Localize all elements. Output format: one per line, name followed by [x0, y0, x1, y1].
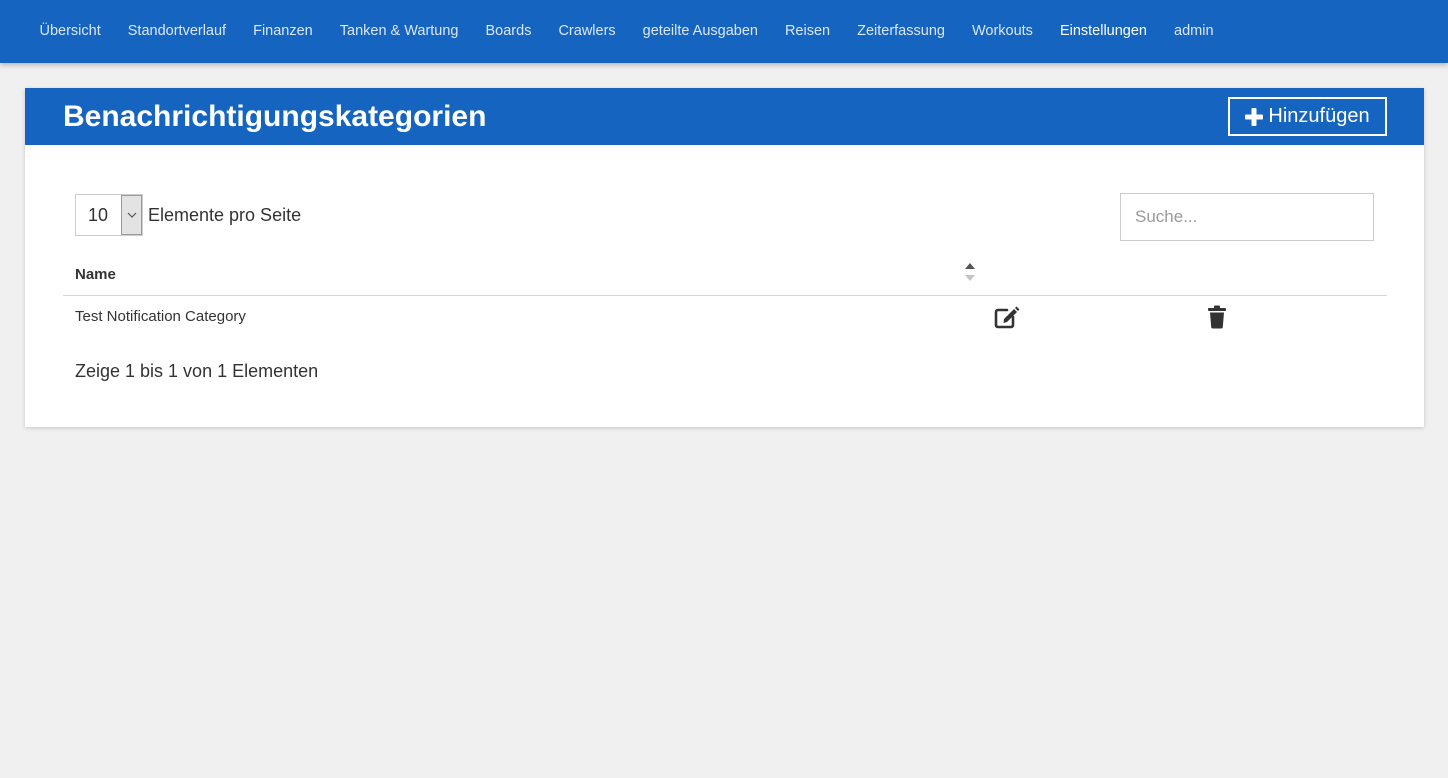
nav-item-standortverlauf[interactable]: Standortverlauf: [114, 0, 239, 63]
page-length-label: Elemente pro Seite: [148, 205, 302, 225]
nav-item-reisen[interactable]: Reisen: [771, 0, 843, 63]
page-title: Benachrichtigungskategorien: [63, 100, 487, 133]
edit-icon[interactable]: [994, 305, 1020, 329]
search-input[interactable]: [1120, 193, 1374, 241]
nav-item-zeiterfassung[interactable]: Zeiterfassung: [844, 0, 959, 63]
trash-icon[interactable]: [1207, 305, 1227, 329]
row-name-cell: Test Notification Category: [75, 308, 246, 325]
add-button[interactable]: Hinzufügen: [1228, 97, 1387, 136]
page-length-value: 10: [88, 205, 109, 225]
nav-item-workouts[interactable]: Workouts: [958, 0, 1046, 63]
chevron-down-icon: [121, 195, 142, 235]
nav-item-crawlers[interactable]: Crawlers: [545, 0, 629, 63]
nav-item-admin[interactable]: admin: [1161, 0, 1228, 63]
sort-ascending-icon[interactable]: [963, 260, 977, 284]
card-header: Benachrichtigungskategorien Hinzufügen: [25, 88, 1424, 145]
nav-item-boards[interactable]: Boards: [472, 0, 545, 63]
column-header-name[interactable]: Name: [75, 256, 116, 294]
plus-icon: [1245, 107, 1264, 126]
nav-item-finanzen[interactable]: Finanzen: [240, 0, 327, 63]
top-navbar: Übersicht Standortverlauf Finanzen Tanke…: [0, 0, 1448, 63]
add-button-label: Hinzufügen: [1268, 105, 1370, 127]
nav-item-einstellungen[interactable]: Einstellungen: [1046, 0, 1160, 63]
table-row: Test Notification Category: [63, 297, 1387, 337]
nav-item-geteilte-ausgaben[interactable]: geteilte Ausgaben: [629, 0, 771, 63]
nav-item-tanken-wartung[interactable]: Tanken & Wartung: [326, 0, 472, 63]
page-length-select[interactable]: 10: [75, 194, 143, 236]
table-info: Zeige 1 bis 1 von 1 Elementen: [75, 361, 319, 381]
categories-card: Benachrichtigungskategorien Hinzufügen 1…: [25, 88, 1424, 427]
nav-item-uebersicht[interactable]: Übersicht: [26, 0, 114, 63]
table-header: Name: [63, 256, 1387, 296]
